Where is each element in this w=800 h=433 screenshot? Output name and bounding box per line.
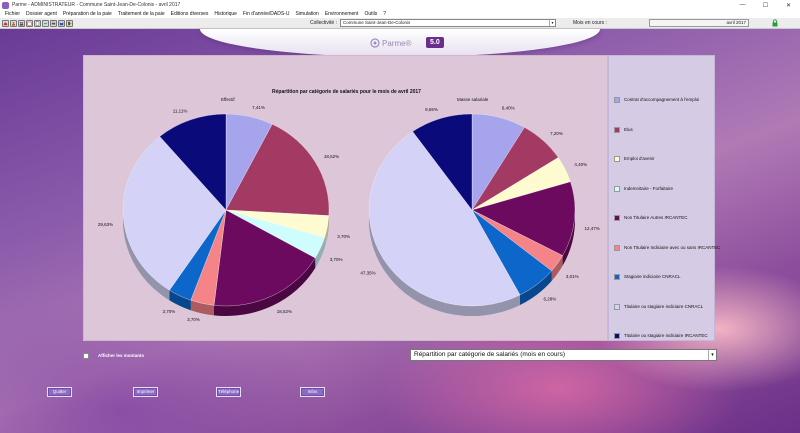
pie-slice-label: 9,65% xyxy=(425,107,438,112)
legend-label: Non Titulaire Autres IRCANTEC xyxy=(624,215,688,220)
pie-slice-label: 8,40% xyxy=(502,106,515,111)
app-icon xyxy=(2,1,9,9)
collectivite-value: Commune Saint-Jean-De-Colonis xyxy=(343,20,411,25)
legend-swatch xyxy=(614,185,620,192)
pie-chart-masse-salariale: 8,40% 7,20% 4,40% 12,47% 3,01% 6,28% 47,35% 9,6… xyxy=(360,106,600,317)
menu-outils[interactable]: Outils xyxy=(361,11,380,17)
phone-button[interactable]: Téléphone xyxy=(216,387,241,397)
version-badge: 5.0 xyxy=(426,37,444,48)
legend-label: Emploi d'avenir xyxy=(624,156,655,161)
calendar-icon[interactable] xyxy=(26,20,33,27)
pie-slice-label: 7,20% xyxy=(550,131,563,136)
maximize-button[interactable]: ☐ xyxy=(754,0,777,10)
pie-slice-label: 12,47% xyxy=(584,226,599,231)
legend-item: Non Titulaire Autres IRCANTEC xyxy=(609,213,716,223)
chart-view-select[interactable]: Répartition par catégorie de salariés (m… xyxy=(410,349,717,361)
mois-field: avril 2017 xyxy=(649,19,749,27)
menu-help[interactable]: ? xyxy=(380,11,389,17)
legend-swatch xyxy=(614,274,620,280)
brand-banner: Parme® 5.0 xyxy=(200,29,600,57)
legend-label: Non Titulaire Indiciaire avec ou sans IR… xyxy=(624,244,721,250)
legend-swatch xyxy=(614,303,620,310)
legend-swatch xyxy=(614,126,620,133)
legend-item: Elus xyxy=(609,125,716,135)
save-icon[interactable] xyxy=(58,20,65,27)
transfer-icon[interactable] xyxy=(42,20,49,27)
chevron-down-icon: ▾ xyxy=(708,350,716,360)
window-controls: — ☐ ✕ xyxy=(731,0,800,10)
print-button[interactable]: Imprimer xyxy=(133,387,158,397)
quit-button[interactable]: Quitter xyxy=(47,387,72,397)
mois-label: Mois en cours : xyxy=(573,20,607,26)
legend-label: Indemnitaire - Forfaitaire xyxy=(624,185,674,191)
legend-label: Elus xyxy=(624,126,633,132)
menu-fichier[interactable]: Fichier xyxy=(2,11,23,17)
menu-fin-annee[interactable]: Fin d'année/DADS-U xyxy=(240,11,293,17)
menu-environnement[interactable]: Environnement xyxy=(322,11,362,17)
legend-item: Indemnitaire - Forfaitaire xyxy=(609,184,716,194)
legend-swatch xyxy=(614,244,620,251)
chart-legend: Contrat d'accompagnement à l'emploi Elus E… xyxy=(608,55,721,341)
pie-slice-label: 4,40% xyxy=(574,162,587,167)
parme-logo-icon xyxy=(370,38,380,48)
menu-traitement-paie[interactable]: Traitement de la paie xyxy=(115,11,168,17)
title-bar: Parme - ADMINISTRATEUR - Commune Saint-J… xyxy=(0,0,800,10)
menu-simulation[interactable]: Simulation xyxy=(292,11,321,17)
exit-icon[interactable] xyxy=(66,20,73,27)
toolbar: Collectivité : Commune Saint-Jean-De-Col… xyxy=(0,18,800,29)
chart-panel: Répartition par catégorie de salariés po… xyxy=(83,55,608,341)
legend-swatch xyxy=(614,215,620,221)
close-button[interactable]: ✕ xyxy=(777,0,800,10)
legend-item: Titulaire ou stagiaire indiciaire CNRACL xyxy=(609,302,716,312)
legend-item: Stagiaire indiciaire CNRACL xyxy=(609,272,716,282)
minimize-button[interactable]: — xyxy=(731,0,754,10)
legend-label: Contrat d'accompagnement à l'emploi xyxy=(624,97,700,102)
menu-dossier-agent[interactable]: Dossier agent xyxy=(23,11,60,17)
show-amounts-label: Afficher les montants xyxy=(98,353,145,358)
legend-swatch xyxy=(614,156,620,162)
legend-swatch xyxy=(614,97,620,103)
users-icon[interactable] xyxy=(18,20,25,27)
legend-swatch xyxy=(614,333,620,339)
home-icon[interactable] xyxy=(2,20,9,27)
legend-label: Titulaire ou stagiaire indiciaire CNRACL xyxy=(624,303,704,309)
legend-item: Titulaire ou stagiaire indiciaire IRCANT… xyxy=(609,331,716,341)
legend-item: Contrat d'accompagnement à l'emploi xyxy=(609,95,716,105)
window-title: Parme - ADMINISTRATEUR - Commune Saint-J… xyxy=(12,2,181,8)
legend-item: Non Titulaire Indiciaire avec ou sans IR… xyxy=(609,243,721,253)
menu-editions-diverses[interactable]: Editions diverses xyxy=(168,11,212,17)
pie-slice-label: 6,28% xyxy=(543,297,556,302)
collectivite-label: Collectivité : xyxy=(310,20,337,26)
agent-icon[interactable] xyxy=(10,20,17,27)
chevron-down-icon: ▾ xyxy=(549,20,555,26)
info-button[interactable]: Infos xyxy=(300,387,325,397)
legend-label: Stagiaire indiciaire CNRACL xyxy=(624,274,681,279)
lock-icon[interactable] xyxy=(771,19,779,27)
print-icon[interactable] xyxy=(50,20,57,27)
collectivite-select[interactable]: Commune Saint-Jean-De-Colonis ▾ xyxy=(340,19,556,27)
legend-label: Titulaire ou stagiaire indiciaire IRCANT… xyxy=(624,333,708,338)
chart-view-value: Répartition par catégorie de salariés (m… xyxy=(414,351,566,358)
document-icon[interactable] xyxy=(34,20,41,27)
menu-bar: Fichier Dossier agent Préparation de la … xyxy=(0,10,800,18)
menu-historique[interactable]: Historique xyxy=(211,11,240,17)
legend-item: Emploi d'avenir xyxy=(609,154,716,164)
pie-slice-label: 47,35% xyxy=(360,270,375,275)
menu-preparation-paie[interactable]: Préparation de la paie xyxy=(60,11,115,17)
brand-name: Parme® xyxy=(382,39,412,48)
pie-slice-label: 3,01% xyxy=(566,274,579,279)
show-amounts-checkbox[interactable] xyxy=(83,353,89,359)
